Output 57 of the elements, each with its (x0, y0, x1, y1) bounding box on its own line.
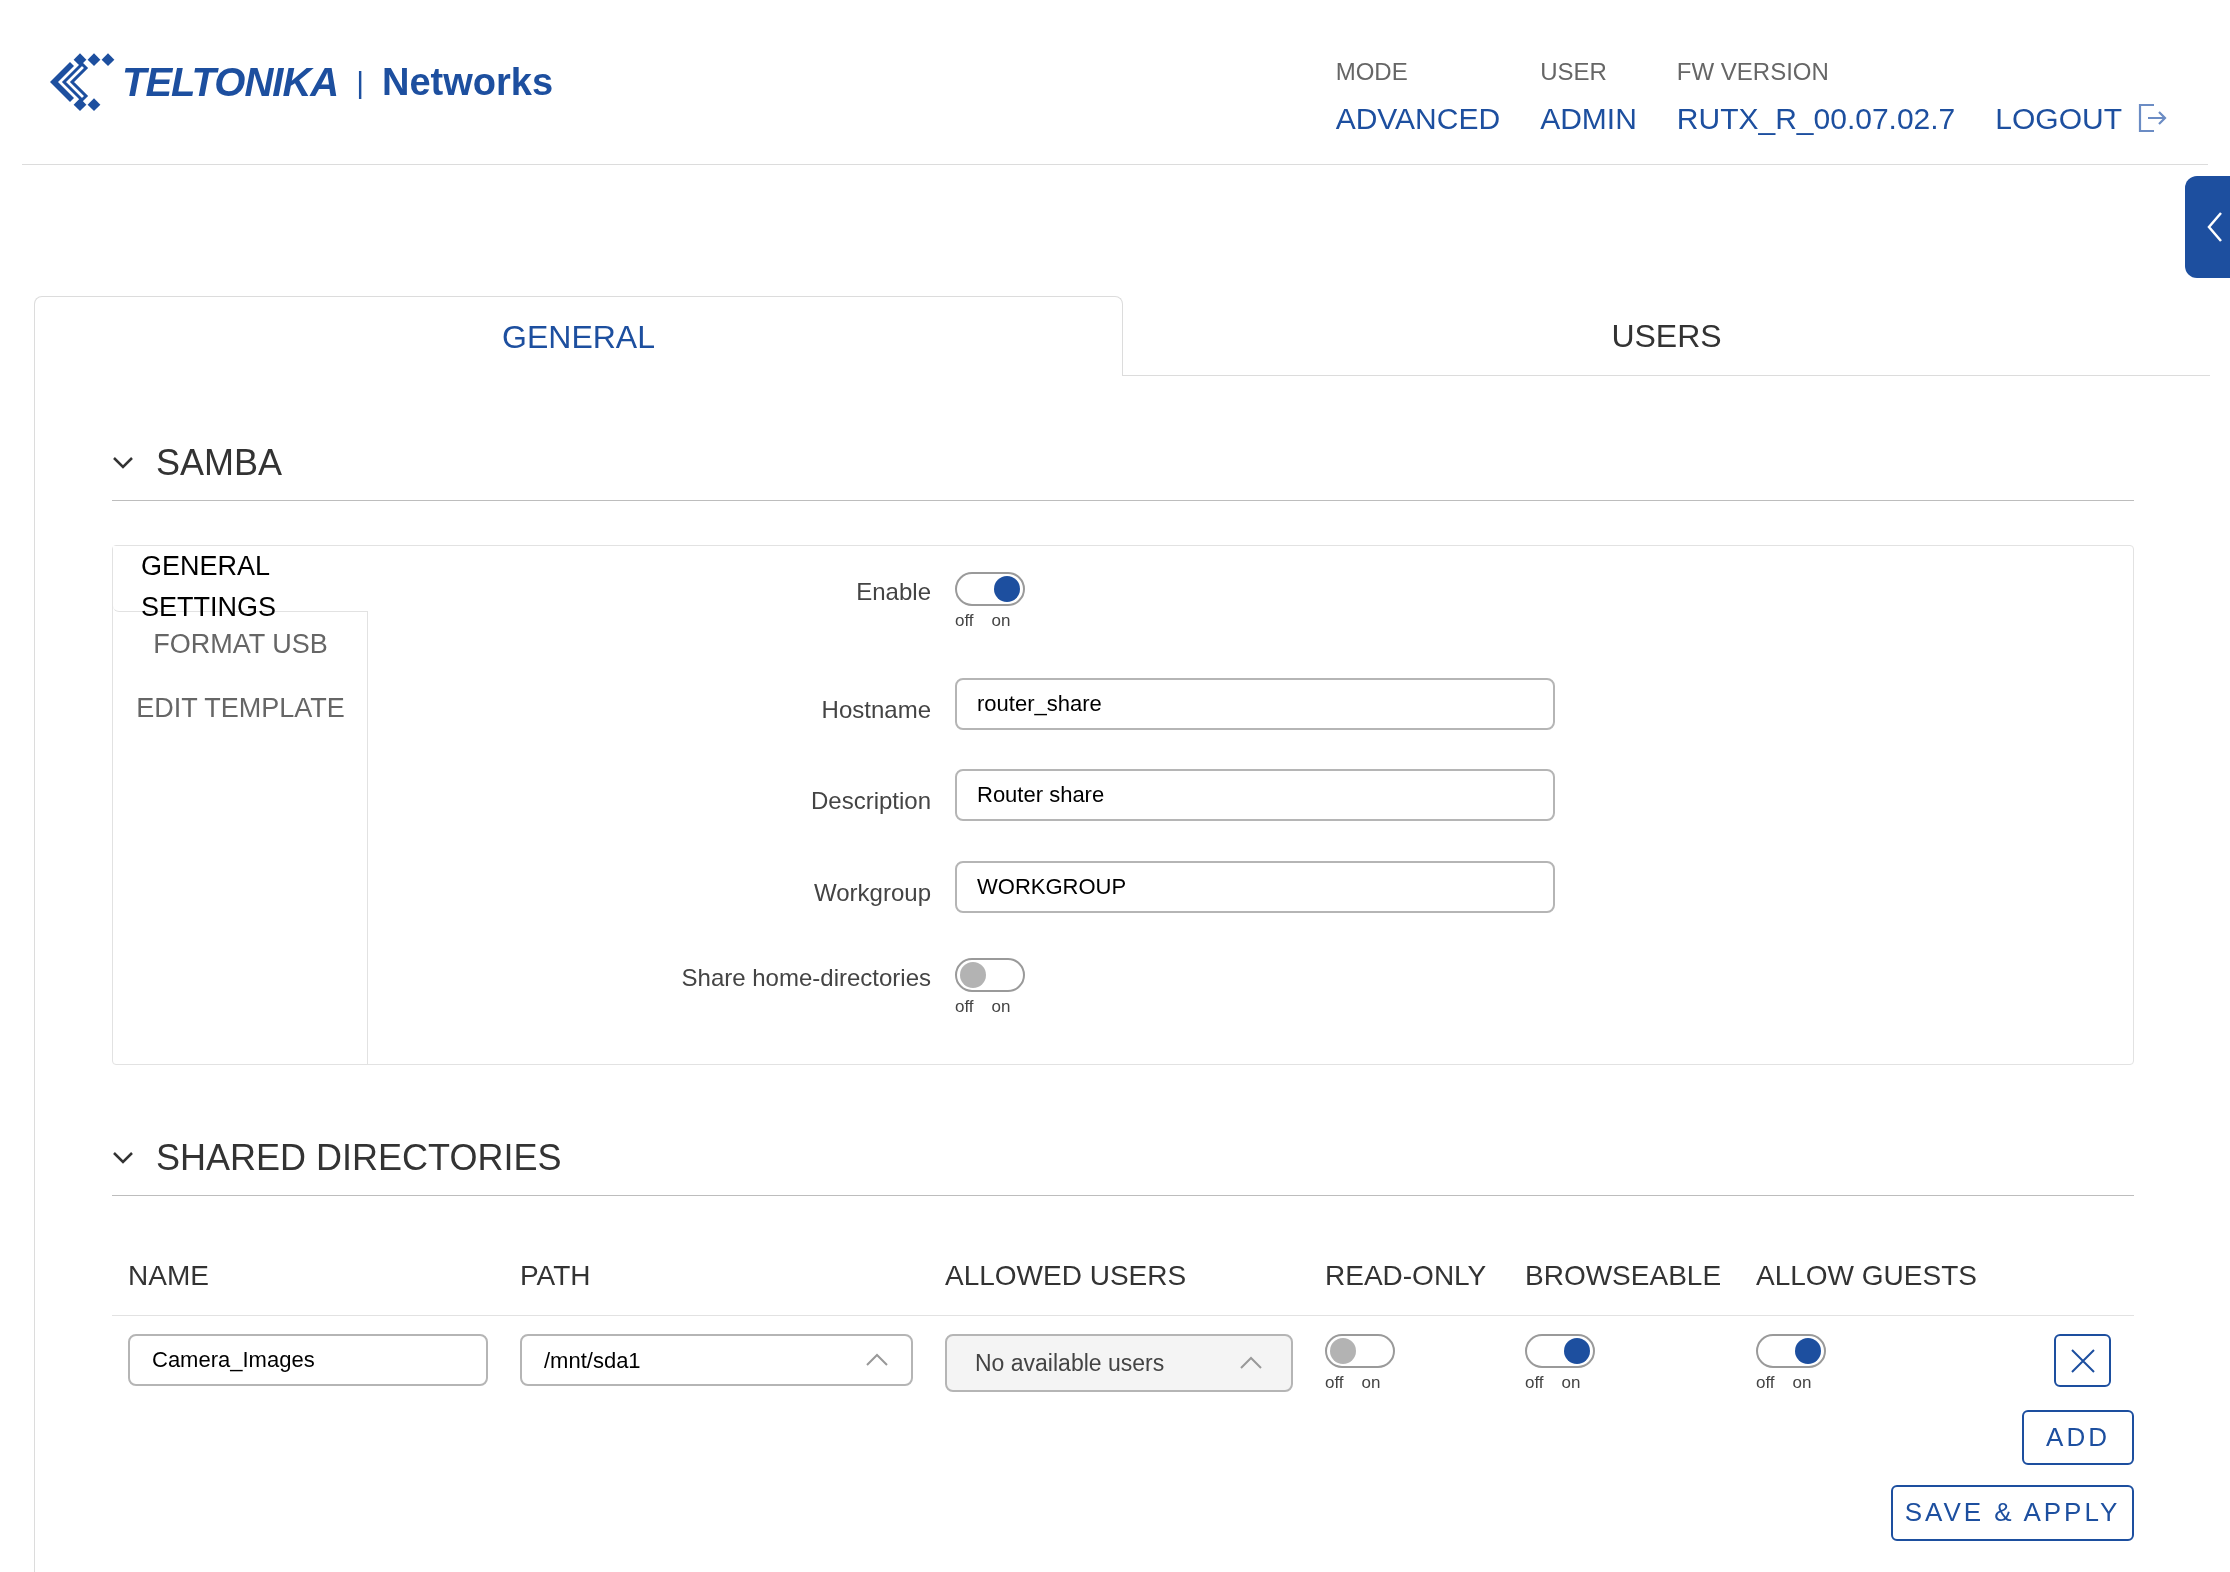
chevron-icon[interactable] (112, 1151, 134, 1165)
toggle-switch[interactable] (1756, 1334, 1826, 1368)
column-header: ALLOW GUESTS (1756, 1259, 1978, 1293)
info-label: MODE (1335, 56, 1409, 87)
column-header: PATH (520, 1259, 592, 1293)
toggle-switch[interactable] (1325, 1334, 1395, 1368)
section-title: SHARED DIRECTORIES (156, 1136, 562, 1180)
close-icon (2069, 1347, 2096, 1374)
caret-up-icon (865, 1353, 889, 1367)
column-header: READ-ONLY (1325, 1259, 1488, 1293)
info-value: ADVANCED (1335, 100, 1501, 137)
on-label: on (991, 996, 1011, 1019)
off-label: off (955, 996, 974, 1019)
off-label: off (955, 610, 974, 632)
name-input[interactable]: Camera_Images (128, 1334, 488, 1386)
column-header: ALLOWED USERS (945, 1259, 1188, 1293)
save-apply-button[interactable]: SAVE & APPLY (1891, 1484, 2134, 1541)
column-header: NAME (128, 1259, 210, 1293)
logo-wordmark: TELTONIKA (122, 59, 339, 106)
users-select[interactable]: No available users (945, 1334, 1293, 1392)
chevron-left-icon (2207, 211, 2223, 243)
sidebar-item[interactable]: EDIT TEMPLATE (113, 676, 368, 740)
on-label: on (1792, 1372, 1812, 1394)
logo-separator: | (356, 64, 364, 101)
text-input[interactable]: WORKGROUP (955, 860, 1555, 913)
section-title: SAMBA (156, 441, 283, 485)
logout-link[interactable]: LOGOUT (1995, 95, 2168, 141)
column-header: BROWSEABLE (1525, 1259, 1723, 1293)
chevron-icon[interactable] (112, 456, 134, 470)
field-label: Hostname (820, 694, 931, 725)
caret-up-icon (1239, 1356, 1263, 1370)
path-select[interactable]: /mnt/sda1 (520, 1334, 913, 1386)
logo-subtitle: Networks (382, 59, 554, 105)
field-label: Share home-directories (680, 963, 931, 994)
toggle-switch[interactable] (955, 958, 1025, 993)
off-label: off (1756, 1372, 1775, 1394)
text-input[interactable]: Router share (955, 769, 1555, 822)
info-value: ADMIN (1540, 100, 1637, 137)
field-label: Description (809, 786, 931, 817)
text-input[interactable]: router_share (955, 677, 1555, 730)
info-value: RUTX_R_00.07.02.7 (1676, 100, 1956, 137)
field-label: Enable (855, 577, 931, 607)
delete-button[interactable] (2054, 1334, 2111, 1387)
off-label: off (1525, 1372, 1544, 1394)
field-label: Workgroup (813, 877, 931, 908)
side-panel-handle[interactable] (2185, 176, 2230, 278)
tab[interactable]: GENERAL (34, 296, 1123, 376)
on-label: on (991, 610, 1011, 632)
add-button[interactable]: ADD (2022, 1409, 2134, 1465)
info-label: FW VERSION (1676, 56, 1830, 87)
on-label: on (1561, 1372, 1581, 1394)
info-label: USER (1540, 56, 1608, 87)
toggle-switch[interactable] (955, 572, 1025, 606)
off-label: off (1325, 1372, 1344, 1394)
toggle-switch[interactable] (1525, 1334, 1595, 1368)
logout-icon (2136, 102, 2168, 134)
on-label: on (1361, 1372, 1381, 1394)
